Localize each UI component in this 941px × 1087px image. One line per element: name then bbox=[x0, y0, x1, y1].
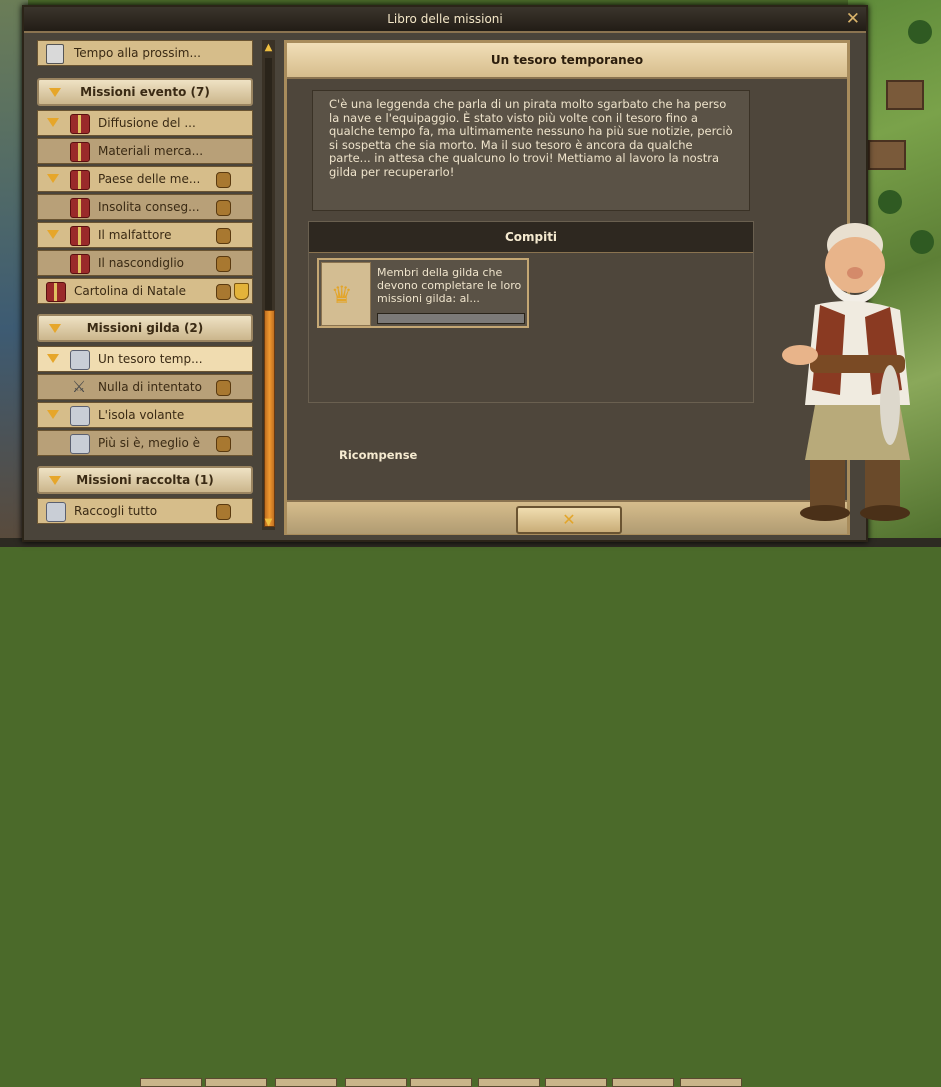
gift-icon bbox=[70, 170, 90, 190]
expand-arrow-icon bbox=[47, 174, 59, 183]
scroll-up-icon[interactable]: ▲ bbox=[263, 42, 274, 53]
quest-item[interactable]: Insolita conseg... bbox=[37, 194, 253, 220]
group-header-label: Missioni evento (7) bbox=[80, 85, 210, 99]
gift-icon bbox=[70, 254, 90, 274]
task-icon-frame: ♛ bbox=[321, 262, 371, 326]
quest-label: Raccogli tutto bbox=[74, 504, 158, 518]
quest-book-window: Libro delle missioni ✕ Tempo alla prossi… bbox=[22, 5, 868, 542]
quest-item[interactable]: Raccogli tutto bbox=[37, 498, 253, 524]
quest-label: Più si è, meglio è bbox=[98, 436, 201, 450]
bottom-tab[interactable] bbox=[140, 1078, 202, 1087]
quest-label: Nulla di intentato bbox=[98, 380, 202, 394]
expand-arrow-icon bbox=[47, 118, 59, 127]
close-button[interactable]: ✕ bbox=[516, 506, 622, 534]
bag-icon bbox=[216, 200, 231, 216]
group-header-gathering[interactable]: Missioni raccolta (1) bbox=[37, 466, 253, 494]
quest-item[interactable]: Il nascondiglio bbox=[37, 250, 253, 276]
quest-label: Paese delle me... bbox=[98, 172, 201, 186]
quest-label: Insolita conseg... bbox=[98, 200, 200, 214]
gift-icon bbox=[70, 114, 90, 134]
group-header-label: Missioni raccolta (1) bbox=[76, 473, 214, 487]
bag-icon bbox=[216, 436, 231, 452]
scroll-icon bbox=[46, 502, 66, 522]
bottom-tab[interactable] bbox=[680, 1078, 742, 1087]
timer-label: Tempo alla prossim... bbox=[74, 46, 201, 60]
bag-icon bbox=[216, 380, 231, 396]
task-progress-bar bbox=[377, 313, 525, 324]
quest-list-scrollbar[interactable]: ▲ ▼ bbox=[262, 40, 275, 530]
expand-arrow-icon bbox=[47, 410, 59, 419]
group-header-label: Missioni gilda (2) bbox=[86, 321, 204, 335]
map-building bbox=[886, 80, 924, 110]
tasks-section: Compiti ♛ Membri della gilda che devono … bbox=[308, 221, 754, 403]
gift-icon bbox=[70, 226, 90, 246]
quest-label: Diffusione del ... bbox=[98, 116, 196, 130]
scroll-icon bbox=[70, 350, 90, 370]
gift-icon bbox=[70, 142, 90, 162]
quest-label: Materiali merca... bbox=[98, 144, 204, 158]
quest-item[interactable]: Materiali merca... bbox=[37, 138, 253, 164]
quest-item[interactable]: L'isola volante bbox=[37, 402, 253, 428]
map-building bbox=[868, 140, 906, 170]
map-tree bbox=[908, 20, 932, 44]
quest-item[interactable]: Diffusione del ... bbox=[37, 110, 253, 136]
crown-icon: ♛ bbox=[331, 281, 353, 309]
detail-title-bar: Un tesoro temporaneo bbox=[287, 43, 847, 79]
quest-title: Un tesoro temporaneo bbox=[490, 53, 644, 67]
quest-label: Il malfattore bbox=[98, 228, 172, 242]
quest-description: C'è una leggenda che parla di un pirata … bbox=[312, 90, 750, 211]
window-title: Libro delle missioni bbox=[387, 12, 503, 26]
bottom-tab[interactable] bbox=[205, 1078, 267, 1087]
group-header-event[interactable]: Missioni evento (7) bbox=[37, 78, 253, 106]
bag-icon bbox=[216, 284, 231, 300]
timer-row: Tempo alla prossim... bbox=[37, 40, 253, 66]
close-icon: ✕ bbox=[562, 510, 576, 529]
expand-arrow-icon bbox=[47, 354, 59, 363]
bottom-tab[interactable] bbox=[612, 1078, 674, 1087]
scroll-thumb[interactable] bbox=[264, 310, 275, 527]
scroll-down-icon[interactable]: ▼ bbox=[263, 517, 274, 528]
bag-icon bbox=[216, 256, 231, 272]
tasks-header-label: Compiti bbox=[504, 230, 558, 244]
hourglass-icon bbox=[46, 44, 64, 64]
close-icon[interactable]: ✕ bbox=[846, 9, 860, 29]
quest-item[interactable]: Il malfattore bbox=[37, 222, 253, 248]
group-header-guild[interactable]: Missioni gilda (2) bbox=[37, 314, 253, 342]
rewards-label: Ricompense bbox=[339, 448, 418, 462]
tasks-header: Compiti bbox=[309, 222, 753, 253]
bottom-tab[interactable] bbox=[410, 1078, 472, 1087]
quest-label: Il nascondiglio bbox=[98, 256, 185, 270]
quest-item[interactable]: Cartolina di Natale bbox=[37, 278, 253, 304]
quest-item[interactable]: Più si è, meglio è bbox=[37, 430, 253, 456]
gift-icon bbox=[70, 198, 90, 218]
bottom-tab[interactable] bbox=[275, 1078, 337, 1087]
swords-icon: ⚔ bbox=[71, 377, 87, 396]
quest-list: Tempo alla prossim... Missioni evento (7… bbox=[37, 40, 255, 530]
bag-icon bbox=[216, 228, 231, 244]
quest-label: L'isola volante bbox=[98, 408, 185, 422]
bag-icon bbox=[216, 504, 231, 520]
quest-label: Cartolina di Natale bbox=[74, 284, 187, 298]
bag-icon bbox=[216, 172, 231, 188]
bottom-tab[interactable] bbox=[345, 1078, 407, 1087]
cup-icon bbox=[234, 283, 249, 300]
quest-giver-character bbox=[782, 223, 910, 521]
task-card[interactable]: ♛ Membri della gilda che devono completa… bbox=[317, 258, 529, 328]
bottom-tab[interactable] bbox=[545, 1078, 607, 1087]
gift-icon bbox=[46, 282, 66, 302]
quest-item[interactable]: ⚔ Nulla di intentato bbox=[37, 374, 253, 400]
scroll-icon bbox=[70, 406, 90, 426]
quest-label: Un tesoro temp... bbox=[98, 352, 203, 366]
quest-item[interactable]: Paese delle me... bbox=[37, 166, 253, 192]
scroll-icon bbox=[70, 434, 90, 454]
quest-item-selected[interactable]: Un tesoro temp... bbox=[37, 346, 253, 372]
bottom-tab[interactable] bbox=[478, 1078, 540, 1087]
task-description: Membri della gilda che devono completare… bbox=[377, 266, 522, 305]
window-title-bar: Libro delle missioni ✕ bbox=[24, 7, 866, 33]
expand-arrow-icon bbox=[47, 230, 59, 239]
